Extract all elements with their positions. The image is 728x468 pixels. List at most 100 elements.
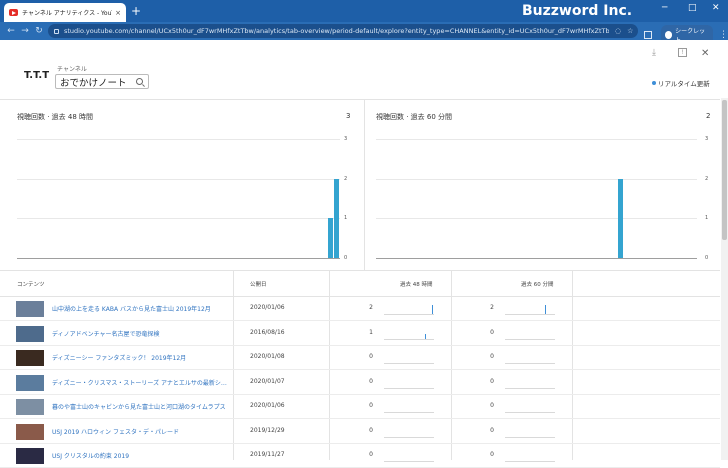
download-icon[interactable]: ⤓: [652, 48, 656, 58]
chart-bar: [617, 178, 623, 258]
publish-date: 2020/01/08: [250, 353, 285, 360]
sparkline-60m: [505, 436, 555, 438]
views-48h: 0: [369, 353, 373, 360]
col-header-content[interactable]: コンテンツ: [17, 280, 45, 288]
browser-tab-bar: チャンネル アナリティクス - YouTube Studio × + Buzzw…: [0, 0, 728, 22]
y-tick-label: 3: [344, 136, 348, 142]
publish-date: 2019/12/29: [250, 426, 285, 434]
views-60m: 2: [490, 304, 494, 311]
video-thumbnail[interactable]: [16, 448, 44, 464]
divider: [364, 99, 365, 271]
close-icon[interactable]: ✕: [701, 48, 709, 59]
lock-icon: [54, 28, 59, 34]
video-thumbnail[interactable]: [16, 301, 44, 317]
video-title-link[interactable]: 暮のや富士山のキャビンから見た富士山と河口湖のタイムラプス: [52, 402, 230, 411]
views-60m: 0: [490, 451, 494, 458]
channel-selector[interactable]: おでかけノート: [55, 74, 149, 89]
views-48h: 1: [369, 328, 373, 336]
browser-menu-icon[interactable]: ⋮: [719, 30, 728, 40]
table-row[interactable]: 暮のや富士山のキャビンから見た富士山と河口湖のタイムラプス 2020/01/06 0…: [0, 395, 720, 419]
star-icon[interactable]: ☆: [627, 27, 633, 35]
views-60m: 0: [490, 377, 494, 385]
video-thumbnail[interactable]: [16, 423, 44, 440]
realtime-dot-icon: [652, 81, 656, 85]
forward-icon[interactable]: →: [18, 26, 32, 36]
feedback-icon[interactable]: !: [678, 48, 687, 57]
y-tick-label: 2: [344, 175, 348, 182]
divider: [0, 270, 720, 271]
video-thumbnail[interactable]: [16, 325, 44, 342]
tab-title: チャンネル アナリティクス - YouTube Studio: [22, 10, 112, 17]
publish-date: 2020/01/06: [250, 402, 285, 409]
analytics-page: T.T.T チャンネル おでかけノート ⤓ ! ✕ リアルタイム更新 視聴回数 …: [0, 40, 728, 468]
url-text[interactable]: studio.youtube.com/channel/UCx5th0ur_dF7…: [64, 27, 609, 35]
views-60m: 0: [490, 328, 494, 336]
y-tick-label: 0: [344, 255, 348, 261]
sparkline-48h: [384, 387, 434, 389]
table-row[interactable]: ディノアドベンチャー名古屋で恐竜探検 2016/08/16 1 0: [0, 322, 720, 346]
table-row[interactable]: ディズニー・クリスマス・ストーリーズ アナとエルサの最新ショー 2019 2020…: [0, 371, 720, 395]
search-icon[interactable]: [136, 78, 143, 85]
reload-icon[interactable]: ↻: [32, 26, 46, 36]
video-title-link[interactable]: USJ 2019 ハロウィン フェスタ・デ・パレード: [52, 427, 230, 436]
browser-tab[interactable]: チャンネル アナリティクス - YouTube Studio ×: [4, 3, 126, 22]
publish-date: 2020/01/07: [250, 377, 285, 385]
gridline: [17, 218, 340, 220]
y-tick-label: 1: [344, 215, 348, 222]
sparkline-48h: [384, 314, 434, 315]
views-48h: 0: [369, 426, 373, 434]
maximize-icon[interactable]: □: [688, 0, 697, 16]
table-row[interactable]: USJ 2019 ハロウィン フェスタ・デ・パレード 2019/12/29 0 0: [0, 420, 720, 444]
sparkline-48h: [384, 412, 434, 413]
views-60m: 0: [490, 426, 494, 434]
browser-toolbar: ← → ↻ studio.youtube.com/channel/UCx5th0…: [0, 22, 728, 45]
side-panel-icon[interactable]: [644, 31, 652, 39]
chart-48h-title: 視聴回数 · 過去 48 時間: [17, 113, 94, 121]
scrollbar-thumb[interactable]: [722, 100, 727, 240]
video-thumbnail[interactable]: [16, 350, 44, 366]
video-title-link[interactable]: 山中湖の上を走る KABA バスから見た富士山 2019年12月: [52, 304, 230, 313]
col-header-48h[interactable]: 過去 48 時間: [400, 280, 433, 288]
sparkline-60m: [505, 461, 555, 462]
publish-date: 2019/11/27: [250, 451, 285, 458]
chart-bar: [334, 178, 340, 258]
video-thumbnail[interactable]: [16, 374, 44, 391]
video-title-link[interactable]: USJ クリスタルの約束 2019: [52, 451, 230, 460]
gridline: [376, 218, 697, 220]
col-header-published[interactable]: 公開日: [250, 280, 267, 288]
views-60m: 0: [490, 353, 494, 360]
publish-date: 2020/01/06: [250, 304, 285, 311]
video-title-link[interactable]: ディズニー・クリスマス・ストーリーズ アナとエルサの最新ショー 2019: [52, 378, 230, 387]
y-tick-label: 0: [705, 255, 709, 261]
y-tick-label: 1: [705, 215, 709, 222]
channel-logo: T.T.T: [24, 70, 50, 81]
chart-60m-title: 視聴回数 · 過去 60 分間: [376, 113, 453, 121]
gridline: [376, 178, 697, 180]
back-icon[interactable]: ←: [4, 26, 18, 36]
sparkline-60m: [505, 412, 555, 413]
incognito-icon: [664, 31, 673, 39]
video-title-link[interactable]: ディノアドベンチャー名古屋で恐竜探検: [52, 329, 230, 338]
brand-watermark: Buzzword Inc.: [522, 3, 633, 19]
new-tab-button[interactable]: +: [131, 3, 141, 19]
divider: [0, 99, 720, 100]
window-close-icon[interactable]: ✕: [712, 0, 720, 16]
table-row[interactable]: USJ クリスタルの約束 2019 2019/11/27 0 0: [0, 444, 720, 468]
views-48h: 2: [369, 304, 373, 311]
table-row[interactable]: ディズニーシー ファンタズミック！ 2019年12月 2020/01/08 0 0: [0, 346, 720, 370]
col-header-60m[interactable]: 過去 60 分間: [521, 280, 554, 288]
tab-close-icon[interactable]: ×: [115, 9, 121, 17]
realtime-indicator: リアルタイム更新: [652, 78, 710, 88]
chart-60m-total: 2: [706, 112, 711, 120]
minimize-icon[interactable]: ─: [662, 0, 667, 16]
chart-bar: [327, 218, 333, 258]
address-bar[interactable]: studio.youtube.com/channel/UCx5th0ur_dF7…: [48, 24, 638, 38]
realtime-label: リアルタイム更新: [658, 80, 710, 88]
eye-off-icon[interactable]: ◌: [615, 27, 621, 35]
sparkline-bar: [432, 305, 433, 314]
sparkline-60m: [505, 338, 555, 340]
table-row[interactable]: 山中湖の上を走る KABA バスから見た富士山 2019年12月 2020/01/…: [0, 297, 720, 321]
video-thumbnail[interactable]: [16, 399, 44, 415]
video-title-link[interactable]: ディズニーシー ファンタズミック！ 2019年12月: [52, 353, 230, 362]
gridline: [17, 178, 340, 180]
